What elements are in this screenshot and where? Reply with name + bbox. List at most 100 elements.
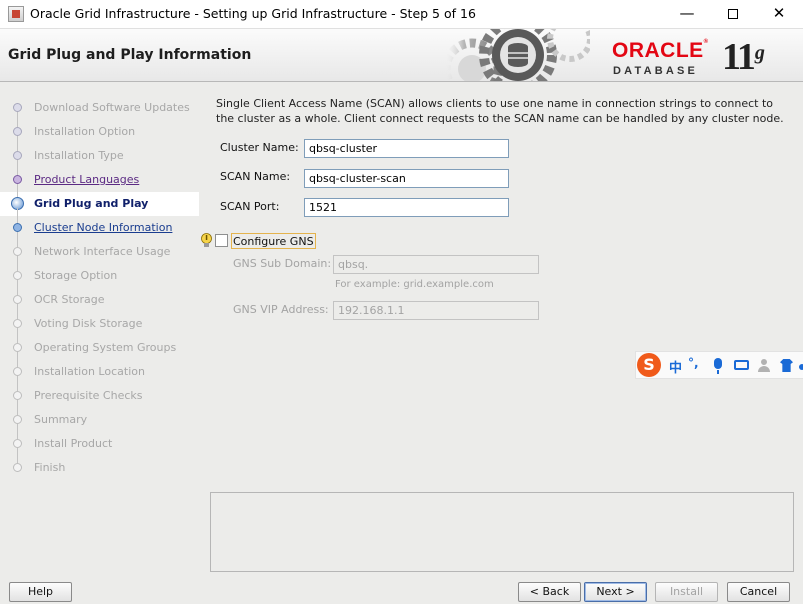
step-status-icon xyxy=(13,415,22,424)
page-title: Grid Plug and Play Information xyxy=(8,47,252,63)
step-status-icon xyxy=(13,295,22,304)
microphone-icon[interactable] xyxy=(714,358,722,374)
scan-port-label: SCAN Port: xyxy=(220,200,280,213)
cluster-name-input[interactable]: qbsq-cluster xyxy=(304,139,509,158)
step-installation-location: Installation Location xyxy=(0,352,199,384)
step-status-icon xyxy=(13,175,22,184)
step-status-icon xyxy=(13,367,22,376)
message-area xyxy=(210,492,794,572)
keyboard-icon[interactable] xyxy=(734,360,749,370)
step-grid-plug-and-play[interactable]: Grid Plug and Play xyxy=(0,184,199,216)
step-label: Download Software Updates xyxy=(34,101,190,114)
step-label: Voting Disk Storage xyxy=(34,317,143,330)
install-button[interactable]: Install xyxy=(655,582,718,602)
title-bar: Oracle Grid Infrastructure - Setting up … xyxy=(0,0,803,29)
step-connector xyxy=(17,328,18,343)
step-label: Finish xyxy=(34,461,66,474)
step-label: Operating System Groups xyxy=(34,341,177,354)
gns-vip-input[interactable]: 192.168.1.1 xyxy=(333,301,539,320)
step-label: OCR Storage xyxy=(34,293,105,306)
cluster-name-label: Cluster Name: xyxy=(220,141,299,154)
configure-gns-checkbox[interactable] xyxy=(215,234,228,247)
step-storage-option: Storage Option xyxy=(0,256,199,288)
step-status-icon xyxy=(13,103,22,112)
user-icon[interactable] xyxy=(758,359,770,372)
step-connector xyxy=(17,160,18,175)
step-label: Product Languages xyxy=(34,173,140,186)
step-status-icon xyxy=(13,127,22,136)
step-ocr-storage: OCR Storage xyxy=(0,280,199,312)
step-voting-disk-storage: Voting Disk Storage xyxy=(0,304,199,336)
step-network-interface-usage: Network Interface Usage xyxy=(0,232,199,264)
step-connector xyxy=(17,208,18,223)
step-status-icon xyxy=(13,247,22,256)
shirt-icon[interactable] xyxy=(780,359,793,372)
step-connector xyxy=(17,352,18,367)
step-status-icon xyxy=(13,319,22,328)
scan-name-label: SCAN Name: xyxy=(220,170,291,183)
header-banner: Grid Plug and Play Information ORACLE® D… xyxy=(0,29,803,82)
step-connector xyxy=(17,424,18,439)
gns-vip-label: GNS VIP Address: xyxy=(233,303,329,316)
maximize-button[interactable] xyxy=(710,0,756,29)
main-panel: Single Client Access Name (SCAN) allows … xyxy=(199,82,803,577)
sogou-logo-icon[interactable]: S xyxy=(637,353,661,377)
window-title: Oracle Grid Infrastructure - Setting up … xyxy=(30,6,476,21)
step-installation-option: Installation Option xyxy=(0,112,199,144)
step-connector xyxy=(17,400,18,415)
more-icon[interactable] xyxy=(799,364,803,370)
steps-nav: Download Software Updates Installation Op… xyxy=(0,82,199,577)
step-connector xyxy=(17,232,18,247)
step-product-languages[interactable]: Product Languages xyxy=(0,160,199,192)
gns-subdomain-label: GNS Sub Domain: xyxy=(233,257,332,270)
maximize-icon xyxy=(728,8,738,19)
step-label: Grid Plug and Play xyxy=(34,197,149,210)
step-label: Install Product xyxy=(34,437,113,450)
step-status-icon xyxy=(13,463,22,472)
app-icon xyxy=(8,6,24,22)
ime-mode-indicator[interactable]: 中 xyxy=(669,357,682,376)
configure-gns-label[interactable]: Configure GNS xyxy=(231,233,316,249)
back-button[interactable]: < Back xyxy=(518,582,581,602)
step-prerequisite-checks: Prerequisite Checks xyxy=(0,376,199,408)
close-button[interactable]: ✕ xyxy=(756,0,802,29)
step-status-icon xyxy=(13,151,22,160)
ime-punctuation-toggle[interactable]: °, xyxy=(688,356,699,370)
help-button[interactable]: Help xyxy=(9,582,72,602)
step-connector xyxy=(17,112,18,127)
cancel-button[interactable]: Cancel xyxy=(727,582,790,602)
step-label: Cluster Node Information xyxy=(34,221,173,234)
step-connector xyxy=(17,280,18,295)
step-operating-system-groups: Operating System Groups xyxy=(0,328,199,360)
scan-name-input[interactable]: qbsq-cluster-scan xyxy=(304,169,509,188)
step-label: Installation Option xyxy=(34,125,136,138)
step-status-icon xyxy=(13,439,22,448)
oracle-logo: ORACLE® xyxy=(612,39,709,62)
scan-description: Single Client Access Name (SCAN) allows … xyxy=(216,97,784,125)
step-status-icon xyxy=(13,391,22,400)
step-installation-type: Installation Type xyxy=(0,136,199,168)
step-download-software-updates: Download Software Updates xyxy=(0,96,199,120)
step-connector xyxy=(17,376,18,391)
scan-port-input[interactable]: 1521 xyxy=(304,198,509,217)
button-bar: Help < Back Next > Install Cancel xyxy=(0,577,803,604)
gears-graphic xyxy=(441,29,590,81)
step-connector xyxy=(17,256,18,271)
step-finish: Finish xyxy=(0,448,199,480)
step-install-product: Install Product xyxy=(0,424,199,456)
step-label: Prerequisite Checks xyxy=(34,389,143,402)
step-label: Storage Option xyxy=(34,269,118,282)
step-label: Installation Location xyxy=(34,365,145,378)
hint-bulb-icon xyxy=(201,233,212,247)
gns-subdomain-hint: For example: grid.example.com xyxy=(335,279,494,290)
step-connector xyxy=(17,448,18,463)
step-cluster-node-information[interactable]: Cluster Node Information xyxy=(0,208,199,240)
step-status-icon xyxy=(13,343,22,352)
ime-toolbar[interactable]: S 中 °, xyxy=(635,351,803,379)
minimize-button[interactable]: — xyxy=(664,0,710,29)
gns-subdomain-input[interactable]: qbsq. xyxy=(333,255,539,274)
database-logo-text: DATABASE xyxy=(613,65,699,77)
version-logo: 11g xyxy=(722,36,765,78)
next-button[interactable]: Next > xyxy=(584,582,647,602)
step-connector xyxy=(17,304,18,319)
